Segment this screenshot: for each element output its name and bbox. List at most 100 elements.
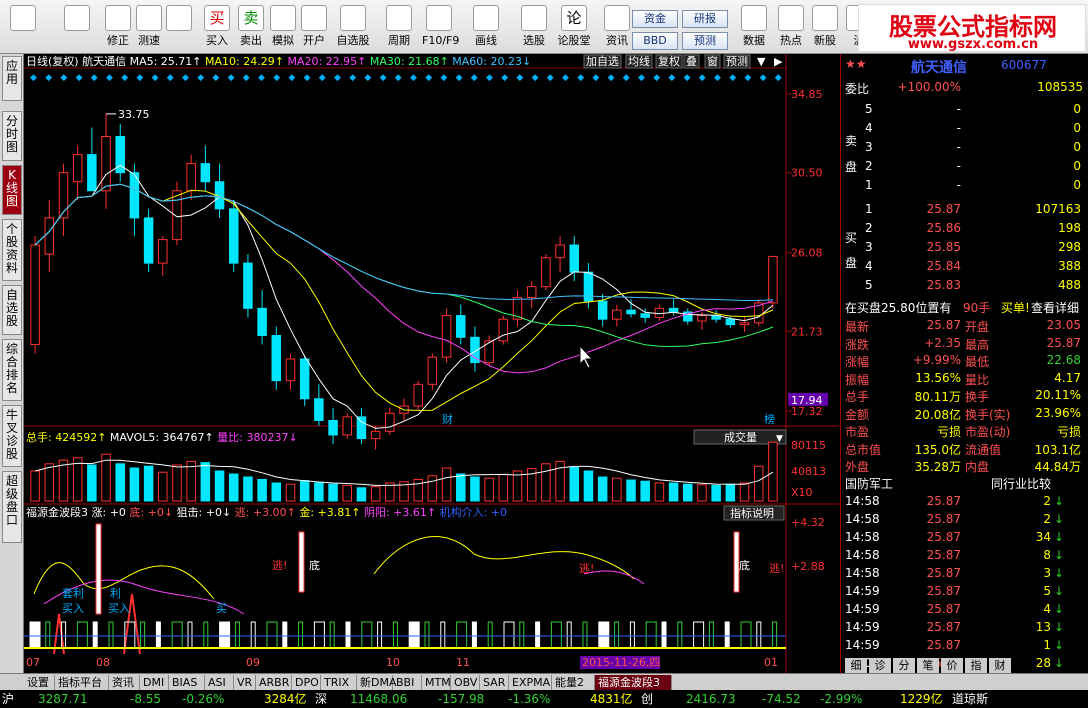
- kline-chart-area[interactable]: 日线(复权) 航天通信 MA5: 25.71↑ MA10: 24.29↑ MA2…: [24, 54, 839, 674]
- chart-header-button[interactable]: 复权: [655, 54, 683, 69]
- volume-bar[interactable]: [654, 482, 665, 502]
- volume-bar[interactable]: [228, 473, 239, 502]
- info-diamond-icon[interactable]: ◆: [121, 73, 128, 83]
- candle[interactable]: [30, 235, 40, 354]
- left-tab-3[interactable]: 个股资料: [2, 219, 22, 281]
- volume-bar[interactable]: [356, 487, 367, 502]
- volume-bar[interactable]: [498, 474, 509, 502]
- info-diamond-icon[interactable]: ◆: [380, 73, 387, 83]
- toolbar-small-button[interactable]: 研报: [682, 10, 728, 28]
- toolbar-button-0[interactable]: [6, 3, 40, 53]
- toolbar-button-6[interactable]: 卖卖出: [234, 3, 268, 53]
- volume-bar[interactable]: [441, 467, 452, 502]
- info-diamond-icon[interactable]: ◆: [136, 73, 143, 83]
- toolbar-button-11[interactable]: F10/F9: [422, 3, 459, 53]
- toolbar-button-15[interactable]: 资讯: [600, 3, 634, 53]
- info-diamond-icon[interactable]: ◆: [699, 73, 706, 83]
- toolbar-button-14[interactable]: 论论股堂: [557, 3, 591, 53]
- volume-bar[interactable]: [299, 480, 310, 502]
- candle[interactable]: [87, 127, 97, 192]
- indicator-tab[interactable]: SAR: [480, 675, 509, 690]
- candle[interactable]: [626, 299, 636, 318]
- volume-bar[interactable]: [427, 475, 438, 502]
- toolbar-button-18[interactable]: 新股: [808, 3, 842, 53]
- candle[interactable]: [257, 290, 267, 345]
- candle[interactable]: [58, 163, 69, 236]
- indicator-tab[interactable]: 指标平台: [55, 675, 109, 690]
- volume-bar[interactable]: [129, 467, 140, 502]
- candle[interactable]: [768, 255, 778, 309]
- compare-button[interactable]: 同行业比较: [991, 475, 1051, 492]
- info-diamond-icon[interactable]: ◆: [60, 73, 67, 83]
- quote-tab[interactable]: 分: [893, 658, 915, 673]
- candle[interactable]: [44, 199, 55, 273]
- volume-bar[interactable]: [725, 483, 736, 502]
- info-diamond-icon[interactable]: ◆: [395, 73, 402, 83]
- left-tab-5[interactable]: 综合排名: [2, 339, 22, 401]
- info-diamond-icon[interactable]: ◆: [273, 73, 280, 83]
- toolbar-small-button[interactable]: 预测: [682, 32, 728, 50]
- indicator-tab[interactable]: ASI: [205, 675, 234, 690]
- info-diamond-icon[interactable]: ◆: [562, 73, 569, 83]
- indicator-tab[interactable]: 设置: [24, 675, 55, 690]
- volume-bar[interactable]: [739, 482, 750, 502]
- volume-bar[interactable]: [186, 460, 196, 502]
- indicator-explain-button[interactable]: 指标说明: [723, 505, 785, 521]
- candle[interactable]: [683, 308, 693, 325]
- volume-bar[interactable]: [143, 465, 154, 502]
- candle[interactable]: [455, 304, 466, 345]
- info-diamond-icon[interactable]: ◆: [729, 73, 736, 83]
- sector-name[interactable]: 国防军工: [845, 475, 893, 492]
- indicator-signal-bar[interactable]: [298, 531, 305, 593]
- info-diamond-icon[interactable]: ◆: [106, 73, 113, 83]
- left-tab-1[interactable]: 分时图: [2, 111, 22, 161]
- candle[interactable]: [753, 299, 764, 327]
- volume-bar[interactable]: [328, 483, 338, 502]
- candle[interactable]: [285, 353, 296, 390]
- candle[interactable]: [441, 308, 452, 363]
- toolbar-button-1[interactable]: [60, 3, 94, 53]
- info-diamond-icon[interactable]: ◆: [152, 73, 159, 83]
- quote-tab[interactable]: 笔: [917, 658, 939, 673]
- info-diamond-icon[interactable]: ◆: [775, 73, 782, 83]
- left-tab-2[interactable]: K线图: [2, 165, 22, 215]
- candle[interactable]: [314, 384, 324, 426]
- candle[interactable]: [214, 163, 225, 218]
- quote-tab[interactable]: 财: [989, 658, 1011, 673]
- info-diamond-icon[interactable]: ◆: [577, 73, 584, 83]
- info-diamond-icon[interactable]: ◆: [456, 73, 463, 83]
- volume-bar[interactable]: [370, 486, 381, 502]
- info-diamond-icon[interactable]: ◆: [760, 73, 767, 83]
- volume-bar[interactable]: [44, 463, 55, 502]
- volume-bar[interactable]: [541, 463, 551, 502]
- volume-bar[interactable]: [626, 479, 636, 502]
- info-diamond-icon[interactable]: ◆: [410, 73, 417, 83]
- candle[interactable]: [526, 281, 537, 309]
- view-detail-link[interactable]: 查看详细: [1031, 299, 1079, 316]
- volume-bar[interactable]: [200, 462, 211, 502]
- volume-bar[interactable]: [257, 478, 267, 502]
- toolbar-button-13[interactable]: 选股: [517, 3, 551, 53]
- volume-bar[interactable]: [172, 464, 182, 502]
- info-diamond-icon[interactable]: ◆: [744, 73, 751, 83]
- info-diamond-icon[interactable]: ◆: [91, 73, 98, 83]
- header-arrow-icon[interactable]: ▶: [774, 55, 783, 68]
- volume-bar[interactable]: [158, 471, 168, 502]
- left-tab-6[interactable]: 牛叉诊股: [2, 405, 22, 467]
- candle[interactable]: [328, 407, 338, 444]
- toolbar-button-5[interactable]: 买买入: [200, 3, 234, 53]
- info-diamond-icon[interactable]: ◆: [304, 73, 311, 83]
- info-diamond-icon[interactable]: ◆: [182, 73, 189, 83]
- volume-bar[interactable]: [413, 478, 423, 502]
- chart-header-button[interactable]: 均线: [625, 54, 653, 69]
- header-dropdown-icon[interactable]: ▼: [757, 55, 766, 68]
- volume-bar[interactable]: [115, 463, 125, 502]
- info-diamond-icon[interactable]: ◆: [197, 73, 204, 83]
- candle[interactable]: [541, 254, 551, 291]
- volume-bar[interactable]: [683, 483, 693, 502]
- info-diamond-icon[interactable]: ◆: [623, 73, 630, 83]
- info-diamond-icon[interactable]: ◆: [501, 73, 508, 83]
- candle[interactable]: [186, 154, 196, 200]
- candle[interactable]: [228, 199, 239, 273]
- candle[interactable]: [427, 353, 438, 390]
